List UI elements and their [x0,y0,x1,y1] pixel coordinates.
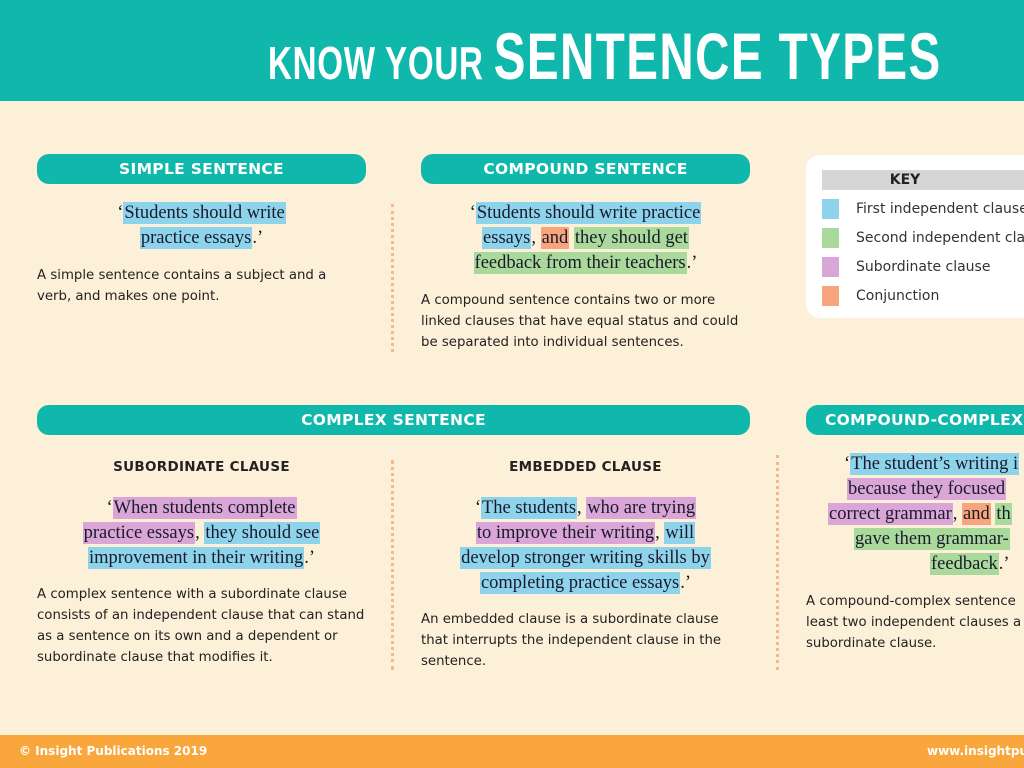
compound-sentence-heading: COMPOUND SENTENCE [421,154,750,184]
second-independent-clause: feedback from their teachers [473,252,687,274]
conjunction: and [962,503,991,525]
first-independent-clause: The students [481,497,578,519]
key-item: Subordinate clause [822,257,990,277]
color-swatch [822,286,839,306]
key-label: Second independent clause [856,230,1024,246]
simple-sentence-heading: SIMPLE SENTENCE [37,154,366,184]
embedded-clause-heading: EMBEDDED CLAUSE [509,459,662,475]
compound-complex-description: A compound-complex sentence least two in… [806,594,1022,651]
complex-sentence-heading: COMPLEX SENTENCE [37,405,750,435]
key-item: First independent clause [822,199,1024,219]
divider [391,460,394,670]
header-banner: KNOW YOUR SENTENCE TYPES [0,0,1024,101]
divider [391,204,394,352]
second-independent-clause: feedback [930,553,999,575]
key-item: Second independent clause [822,228,1024,248]
punctuation: , [195,523,205,543]
key-label: Conjunction [856,288,940,304]
first-independent-clause: completing practice essays [479,572,681,594]
compound-quote: ‘Students should write practice essays, a… [421,201,750,276]
key-heading: KEY [822,170,1024,190]
subordinate-clause: When students complete [112,497,297,519]
quote-line: correct grammar, and th [806,502,1024,527]
key-legend: KEY First independent clause Second indep… [806,155,1024,318]
first-independent-clause: will [664,522,696,544]
subordinate-clause: correct grammar [828,503,953,525]
punctuation: .’ [686,253,698,273]
punctuation: , [655,523,665,543]
quote-line: ‘Students should write practice [421,201,750,226]
conjunction: and [540,227,570,249]
first-independent-clause: The student’s writing i [850,453,1020,475]
simple-description: A simple sentence contains a subject and… [37,268,327,304]
quote-line: improvement in their writing.’ [37,546,366,571]
quote-line: develop stronger writing skills by [421,546,750,571]
first-independent-clause: they should see [204,522,321,544]
quote-line: feedback.’ [806,552,1024,577]
subordinate-quote: ‘When students complete practice essays, … [37,496,366,571]
second-independent-clause: th [995,503,1012,525]
punctuation: ‘ [106,498,113,518]
first-independent-clause: practice essays [139,227,253,249]
copyright: © Insight Publications 2019 [19,744,208,758]
title-large: SENTENCE TYPES [493,19,942,93]
key-label: First independent clause [856,201,1024,217]
simple-quote: ‘Students should write practice essays.’ [37,201,366,251]
footer: © Insight Publications 2019 www.insightp… [0,735,1024,768]
quote-line: ‘Students should write [37,201,366,226]
quote-line: gave them grammar- [806,527,1024,552]
key-item: Conjunction [822,286,939,306]
first-independent-clause: essays [482,227,532,249]
embedded-quote: ‘The students, who are trying to improve … [421,496,750,596]
punctuation: , [531,228,541,248]
quote-line: ‘The student’s writing i [806,452,1024,477]
quote-line: because they focused [806,477,1024,502]
page-title: KNOW YOUR SENTENCE TYPES [268,18,942,94]
quote-line: ‘The students, who are trying [421,496,750,521]
compound-complex-quote: ‘The student’s writing i because they foc… [806,452,1024,577]
color-swatch [822,199,839,219]
subordinate-description: A complex sentence with a subordinate cl… [37,587,365,665]
subordinate-clause: who are trying [586,497,697,519]
color-swatch [822,228,839,248]
punctuation: , [952,504,962,524]
second-independent-clause: they should get [573,227,689,249]
website-link[interactable]: www.insightpub [927,744,1024,758]
key-label: Subordinate clause [856,259,991,275]
punctuation: .’ [680,573,692,593]
title-small: KNOW YOUR [268,37,484,89]
first-independent-clause: improvement in their writing [87,547,305,569]
quote-line: practice essays, they should see [37,521,366,546]
punctuation: .’ [998,554,1010,574]
quote-line: to improve their writing, will [421,521,750,546]
subordinate-clause: because they focused [847,478,1007,500]
punctuation: , [577,498,587,518]
punctuation: .’ [304,548,316,568]
first-independent-clause: develop stronger writing skills by [460,547,711,569]
subordinate-clause: practice essays [82,522,196,544]
compound-description: A compound sentence contains two or more… [421,293,739,350]
first-independent-clause: Students should write [123,202,286,224]
quote-line: practice essays.’ [37,226,366,251]
second-independent-clause: gave them grammar- [854,528,1010,550]
embedded-description: An embedded clause is a subordinate clau… [421,612,722,669]
compound-complex-heading: COMPOUND-COMPLEX S [806,405,1024,435]
quote-line: ‘When students complete [37,496,366,521]
quote-line: essays, and they should get [421,226,750,251]
quote-line: feedback from their teachers.’ [421,251,750,276]
quote-line: completing practice essays.’ [421,571,750,596]
color-swatch [822,257,839,277]
punctuation: .’ [252,228,264,248]
subordinate-clause: to improve their writing [475,522,656,544]
first-independent-clause: Students should write practice [475,202,702,224]
subordinate-clause-heading: SUBORDINATE CLAUSE [113,459,290,475]
divider [776,455,779,670]
punctuation: ‘ [469,203,476,223]
